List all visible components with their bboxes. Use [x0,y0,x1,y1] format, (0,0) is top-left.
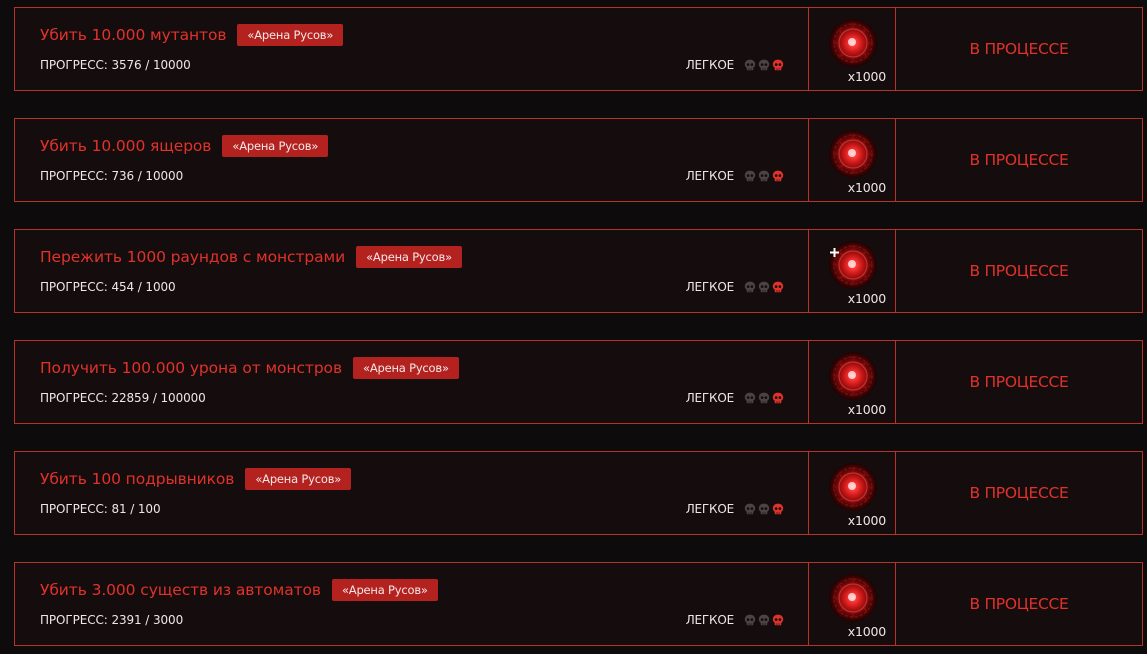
location-tag: «Арена Русов» [356,246,462,268]
quest-title: Убить 3.000 существ из автоматов [40,581,321,599]
reward-amount: x1000 [847,513,886,528]
progress-text: ПРОГРЕСС: 736 / 10000 [40,169,184,183]
skull-icon [758,59,770,71]
progress-text: ПРОГРЕСС: 454 / 1000 [40,280,176,294]
progress-text: ПРОГРЕСС: 2391 / 3000 [40,613,184,627]
location-tag: «Арена Русов» [237,24,344,46]
skull-icon [772,503,784,515]
difficulty-label: ЛЕГКОЕ [685,391,734,405]
difficulty-skulls [744,281,784,293]
quest-title-row: Убить 3.000 существ из автоматов «Арена … [40,579,438,601]
quest-title-row: Убить 10.000 мутантов «Арена Русов» [40,24,344,46]
quest-title-row: Убить 10.000 ящеров «Арена Русов» [40,135,329,157]
status-label: В ПРОЦЕССЕ [969,40,1069,58]
quest-info: Убить 10.000 ящеров «Арена Русов» ПРОГРЕ… [15,119,809,201]
red-orb-icon [828,573,878,623]
quest-title: Убить 10.000 ящеров [40,137,212,155]
reward-amount: x1000 [847,291,886,306]
status-label: В ПРОЦЕССЕ [969,373,1069,391]
difficulty: ЛЕГКОЕ [686,612,784,628]
difficulty-skulls [744,614,784,626]
reward-amount: x1000 [847,402,886,417]
reward-amount: x1000 [847,69,886,84]
quest-title: Убить 100 подрывников [40,470,235,488]
status-label: В ПРОЦЕССЕ [969,484,1069,502]
difficulty-skulls [744,170,784,182]
skull-icon [758,614,770,626]
difficulty-label: ЛЕГКОЕ [685,169,734,183]
difficulty-skulls [744,503,784,515]
skull-icon [758,503,770,515]
difficulty: ЛЕГКОЕ [686,501,784,517]
quest-card[interactable]: Убить 10.000 мутантов «Арена Русов» ПРОГ… [14,7,1143,91]
location-tag: «Арена Русов» [331,579,438,601]
progress-text: ПРОГРЕСС: 81 / 100 [40,502,161,516]
status-label: В ПРОЦЕССЕ [969,595,1069,613]
skull-icon [772,392,784,404]
crosshair-cursor-icon [830,248,839,257]
reward: x1000 [809,8,896,90]
skull-icon [744,503,756,515]
difficulty-skulls [744,392,784,404]
quest-card[interactable]: Убить 100 подрывников «Арена Русов» ПРОГ… [14,451,1143,535]
skull-icon [758,392,770,404]
skull-icon [758,170,770,182]
quest-info: Убить 100 подрывников «Арена Русов» ПРОГ… [15,452,809,534]
quest-card[interactable]: Получить 100.000 урона от монстров «Арен… [14,340,1143,424]
quest-title: Получить 100.000 урона от монстров [40,359,342,377]
difficulty: ЛЕГКОЕ [686,168,784,184]
quest-title-row: Пережить 1000 раундов с монстрами «Арена… [40,246,462,268]
skull-icon [744,281,756,293]
quest-info: Убить 10.000 мутантов «Арена Русов» ПРОГ… [15,8,809,90]
reward: x1000 [809,452,896,534]
red-orb-icon [828,351,878,401]
quest-info: Убить 3.000 существ из автоматов «Арена … [15,563,809,645]
quest-title-row: Получить 100.000 урона от монстров «Арен… [40,357,459,379]
quest-card[interactable]: Убить 10.000 ящеров «Арена Русов» ПРОГРЕ… [14,118,1143,202]
status-label: В ПРОЦЕССЕ [969,151,1069,169]
location-tag: «Арена Русов» [245,468,352,490]
reward: x1000 [809,341,896,423]
skull-icon [772,614,784,626]
red-orb-icon [828,129,878,179]
location-tag: «Арена Русов» [222,135,329,157]
quest-title: Пережить 1000 раундов с монстрами [40,248,346,266]
difficulty-label: ЛЕГКОЕ [685,502,734,516]
quest-list: Убить 10.000 мутантов «Арена Русов» ПРОГ… [0,0,1147,654]
difficulty-label: ЛЕГКОЕ [685,613,734,627]
quest-info: Пережить 1000 раундов с монстрами «Арена… [15,230,809,312]
difficulty: ЛЕГКОЕ [686,57,784,73]
skull-icon [744,59,756,71]
progress-text: ПРОГРЕСС: 22859 / 100000 [40,391,206,405]
reward: x1000 [809,563,896,645]
skull-icon [744,614,756,626]
difficulty: ЛЕГКОЕ [686,390,784,406]
red-orb-icon [828,462,878,512]
skull-icon [772,170,784,182]
red-orb-icon [828,18,878,68]
reward: x1000 [809,119,896,201]
difficulty-skulls [744,59,784,71]
quest-card[interactable]: Пережить 1000 раундов с монстрами «Арена… [14,229,1143,313]
quest-title: Убить 10.000 мутантов [40,26,227,44]
status-label: В ПРОЦЕССЕ [969,262,1069,280]
quest-title-row: Убить 100 подрывников «Арена Русов» [40,468,352,490]
reward-amount: x1000 [847,624,886,639]
difficulty-label: ЛЕГКОЕ [685,280,734,294]
skull-icon [772,59,784,71]
location-tag: «Арена Русов» [352,357,459,379]
difficulty-label: ЛЕГКОЕ [685,58,734,72]
quest-info: Получить 100.000 урона от монстров «Арен… [15,341,809,423]
skull-icon [758,281,770,293]
progress-text: ПРОГРЕСС: 3576 / 10000 [40,58,191,72]
reward-amount: x1000 [847,180,886,195]
difficulty: ЛЕГКОЕ [686,279,784,295]
quest-card[interactable]: Убить 3.000 существ из автоматов «Арена … [14,562,1143,646]
skull-icon [772,281,784,293]
reward: x1000 [809,230,896,312]
skull-icon [744,392,756,404]
skull-icon [744,170,756,182]
